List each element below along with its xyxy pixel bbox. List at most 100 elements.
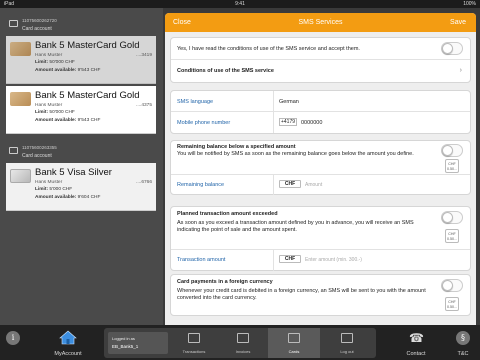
terms-group: Yes, I have read the conditions of use o… xyxy=(170,37,471,83)
accept-toggle[interactable] xyxy=(441,42,463,55)
contact-label: Contact xyxy=(406,351,426,357)
remaining-input-row: Remaining balance CHF Amount xyxy=(171,175,470,195)
language-row[interactable]: SMS language German xyxy=(171,91,470,112)
battery-label: 100% xyxy=(463,1,476,7)
remaining-desc: You will be notified by SMS as soon as t… xyxy=(177,151,414,157)
remaining-info-row: Remaining balance below a specified amou… xyxy=(171,141,470,175)
contact-group: SMS language German Mobile phone number … xyxy=(170,90,471,134)
card-holder: Hans Muster xyxy=(35,180,63,185)
save-button[interactable]: Save xyxy=(450,19,466,26)
phone-field[interactable]: 0000000 xyxy=(301,120,322,126)
card-limit: Limit: 50'000 CHF xyxy=(35,110,75,115)
remaining-amount-input[interactable]: Amount xyxy=(305,182,322,188)
card-holder: Hans Muster xyxy=(35,103,63,108)
tab-myaccount[interactable]: MyAccount xyxy=(40,325,96,360)
phone-prefix[interactable]: +4179 xyxy=(279,118,297,126)
account-label: Card account xyxy=(22,26,52,32)
tab-logout[interactable]: Log out xyxy=(320,328,374,358)
planned-desc: As soon as you exceed a transaction amou… xyxy=(177,220,414,233)
account-number: 11075600262720 xyxy=(22,18,57,23)
planned-input-row: Transaction amount CHF Enter amount (min… xyxy=(171,250,470,271)
cards-icon xyxy=(288,333,300,343)
planned-toggle[interactable] xyxy=(441,211,463,224)
card-available: Amount available: 9'543 CHF xyxy=(35,68,101,73)
card-item[interactable]: Bank 5 Visa Silver Hans Muster ....6766 … xyxy=(6,163,156,211)
remaining-currency[interactable]: CHF xyxy=(279,180,301,188)
modal-title: SMS Services xyxy=(298,19,343,26)
card-holder: Hans Muster xyxy=(35,53,63,58)
mastercard-gold-icon xyxy=(10,92,31,106)
clock: 9:41 xyxy=(235,1,245,7)
conditions-link[interactable]: Conditions of use of the SMS service xyxy=(177,68,274,75)
card-name: Bank 5 MasterCard Gold xyxy=(35,90,140,101)
planned-title: Planned transaction amount exceeded xyxy=(177,211,278,217)
card-account-icon xyxy=(9,147,18,154)
mastercard-gold-icon xyxy=(10,42,31,56)
sms-services-modal: Close SMS Services Save Yes, I have read… xyxy=(165,13,476,325)
foreign-fee-box: CHF 0.50... xyxy=(445,297,459,311)
conditions-row[interactable]: Conditions of use of the SMS service › xyxy=(171,60,470,82)
planned-transaction-group: Planned transaction amount exceeded As s… xyxy=(170,206,471,271)
logout-icon xyxy=(341,333,353,343)
info-icon: i xyxy=(6,331,20,345)
tab-invoices[interactable]: Invoices xyxy=(218,328,268,358)
planned-field-label: Transaction amount xyxy=(177,257,226,263)
status-bar: iPad 9:41 100% xyxy=(0,0,480,8)
card-name: Bank 5 MasterCard Gold xyxy=(35,40,140,51)
tc-label: T&C xyxy=(457,351,469,357)
language-label: SMS language xyxy=(177,99,214,105)
paragraph-icon: § xyxy=(456,331,470,345)
logged-in-account[interactable]: Logged in as EB_Bank5_1 xyxy=(108,332,168,354)
modal-header: Close SMS Services Save xyxy=(165,13,476,32)
myaccount-label: MyAccount xyxy=(54,351,82,357)
remaining-fee-box: CHF 0.50... xyxy=(445,159,459,173)
language-value[interactable]: German xyxy=(279,99,299,105)
card-number: ....3419 xyxy=(135,53,152,58)
planned-currency[interactable]: CHF xyxy=(279,255,301,263)
tab-bar: i MyAccount Logged in as EB_Bank5_1 Tran… xyxy=(0,325,480,360)
remaining-field-label: Remaining balance xyxy=(177,182,225,188)
info-tab[interactable]: i xyxy=(0,325,26,360)
tab-tc[interactable]: § T&C xyxy=(448,325,478,360)
account-header: 11075600262720 Card account xyxy=(6,15,156,35)
foreign-info-row: Card payments in a foreign currency When… xyxy=(171,275,470,315)
chevron-right-icon: › xyxy=(459,67,462,74)
tab-transactions[interactable]: Transactions xyxy=(170,328,218,358)
planned-amount-input[interactable]: Enter amount (min. 300.-) xyxy=(305,257,362,263)
remaining-balance-group: Remaining balance below a specified amou… xyxy=(170,140,471,195)
visa-silver-icon xyxy=(10,169,31,183)
foreign-toggle[interactable] xyxy=(441,279,463,292)
planned-info-row: Planned transaction amount exceeded As s… xyxy=(171,207,470,250)
card-number: ....4375 xyxy=(135,103,152,108)
foreign-desc: Whenever your credit card is debited in … xyxy=(177,288,426,301)
tab-contact[interactable]: ☎ Contact xyxy=(398,325,434,360)
card-available: Amount available: 9'543 CHF xyxy=(35,118,101,123)
phone-label: Mobile phone number xyxy=(177,120,231,126)
account-list: 11075600262720 Card account Bank 5 Maste… xyxy=(0,8,163,325)
tab-cards[interactable]: Cards xyxy=(268,328,320,358)
remaining-title: Remaining balance below a specified amou… xyxy=(177,144,296,150)
phone-row: Mobile phone number +4179 0000000 xyxy=(171,112,470,133)
accept-row: Yes, I have read the conditions of use o… xyxy=(171,38,470,60)
home-icon xyxy=(59,330,77,345)
phone-icon: ☎ xyxy=(409,331,424,345)
planned-fee-box: CHF 0.50... xyxy=(445,229,459,243)
account-label: Card account xyxy=(22,153,52,159)
card-number: ....6766 xyxy=(135,180,152,185)
account-number: 11075600263355 xyxy=(22,145,57,150)
account-header: 11075600263355 Card account xyxy=(6,142,156,162)
transactions-icon xyxy=(188,333,200,343)
invoices-icon xyxy=(237,333,249,343)
remaining-toggle[interactable] xyxy=(441,144,463,157)
section-tabs: Logged in as EB_Bank5_1 Transactions Inv… xyxy=(104,328,376,358)
foreign-currency-group: Card payments in a foreign currency When… xyxy=(170,274,471,316)
accept-text: Yes, I have read the conditions of use o… xyxy=(177,46,360,52)
card-item[interactable]: Bank 5 MasterCard Gold Hans Muster ....3… xyxy=(6,36,156,84)
foreign-title: Card payments in a foreign currency xyxy=(177,279,273,285)
card-limit: Limit: 50'000 CHF xyxy=(35,60,75,65)
card-name: Bank 5 Visa Silver xyxy=(35,167,112,178)
card-limit: Limit: 5'000 CHF xyxy=(35,187,73,192)
card-available: Amount available: 9'604 CHF xyxy=(35,195,101,200)
card-account-icon xyxy=(9,20,18,27)
card-item-selected[interactable]: Bank 5 MasterCard Gold Hans Muster ....4… xyxy=(6,86,156,134)
